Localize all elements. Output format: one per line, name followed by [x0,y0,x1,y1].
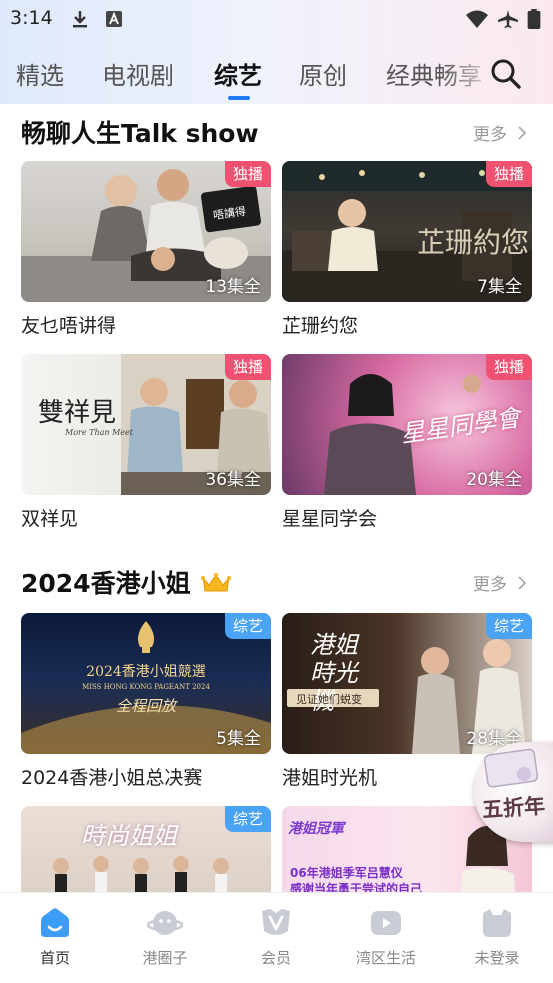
top-header: 3:14 精选 电视剧 综艺 原创 经典畅享 [0,0,553,104]
show-thumbnail: 唔講得 独播 13集全 [21,161,271,302]
nav-hk-circle[interactable]: 港圈子 [110,893,220,983]
nav-vip[interactable]: 会员 [221,893,331,983]
thumbnail-logo-subtext: 见证她们蜕变 [296,693,362,706]
tab-selected-picks[interactable]: 精选 [16,56,64,91]
episode-count: 5集全 [216,729,261,749]
show-thumbnail: 星星同學會 独播 20集全 [282,354,532,495]
show-title: 双祥见 [21,508,79,530]
thumbnail-caption-2: 感谢当年勇于尝试的自己 [290,882,423,892]
nav-profile[interactable]: 未登录 [442,893,552,983]
show-title: 友乜唔讲得 [21,315,117,337]
exclusive-badge: 独播 [485,161,532,187]
show-card[interactable]: 2024香港小姐競選 MISS HONG KONG PAGEANT 2024 全… [21,613,271,789]
variety-badge: 综艺 [224,613,271,639]
nav-bay-area-life[interactable]: 湾区生活 [331,893,441,983]
section-title-miss-hk: 2024香港小姐 [21,564,232,600]
bottom-navigation: 首页 港圈子 会员 湾区生活 未登录 [0,892,553,983]
chevron-right-icon [518,576,527,590]
show-card[interactable]: 雙祥見 More Than Meet 独播 36集全 双祥见 [21,354,271,530]
home-icon [41,908,69,937]
tab-original[interactable]: 原创 [299,56,347,91]
show-thumbnail: 時尚姐姐 综艺 [21,806,271,892]
planet-icon [147,911,183,935]
user-icon [483,909,511,937]
nav-label: 港圈子 [142,949,188,967]
status-time: 3:14 [10,7,53,29]
video-icon [371,911,401,935]
wifi-icon [466,10,488,28]
thumbnail-logo-text: 雙祥見 [38,398,117,428]
active-tab-indicator [228,96,250,100]
nav-label: 未登录 [474,949,520,967]
crown-icon [201,573,232,592]
thumbnail-logo-text: 芷珊約您 [417,226,530,259]
more-label: 更多 [473,125,507,145]
nav-label: 会员 [260,949,291,967]
thumbnail-logo-subtext: More Than Meet [65,428,133,437]
thumbnail-logo-text: 港姐冠軍 [288,821,344,837]
chevron-right-icon [518,126,527,140]
show-thumbnail: 雙祥見 More Than Meet 独播 36集全 [21,354,271,495]
vip-icon [262,909,290,935]
exclusive-badge: 独播 [224,161,271,187]
search-icon[interactable] [488,56,524,92]
nav-label: 首页 [39,949,70,967]
variety-badge: 综艺 [485,613,532,639]
battery-icon [527,9,541,29]
show-title: 星星同学会 [282,508,378,530]
episode-count: 36集全 [205,470,261,490]
show-thumbnail: 芷珊約您 独播 7集全 [282,161,532,302]
download-icon [73,11,87,28]
show-card[interactable]: 港姐時光機 见证她们蜕变 综艺 28集全 港姐时光机 [282,613,532,789]
thumbnail-caption-1: 06年港姐季军吕慧仪 [290,866,403,880]
tab-tv-series[interactable]: 电视剧 [102,56,174,91]
show-card[interactable]: 唔講得 独播 13集全 友乜唔讲得 [21,161,271,337]
keyboard-a-icon [106,11,122,27]
tab-variety[interactable]: 综艺 [214,56,262,91]
content-feed: 畅聊人生Talk show 更多 唔講得 独播 13集全 友乜唔讲得 芷珊約您 … [0,104,553,892]
promo-label: 五折年 [481,793,546,823]
show-thumbnail: 2024香港小姐競選 MISS HONG KONG PAGEANT 2024 全… [21,613,271,754]
nav-label: 湾区生活 [355,949,416,967]
thumbnail-logo-text: 2024香港小姐競選 [86,664,206,680]
more-link-talk-show[interactable]: 更多 [473,120,528,145]
promo-card-art [483,748,539,788]
thumbnail-logo-subtext: MISS HONG KONG PAGEANT 2024 [82,683,210,691]
show-thumbnail: 港姐時光機 见证她们蜕变 综艺 28集全 [282,613,532,754]
show-title: 2024香港小姐总决赛 [21,767,203,789]
nav-home[interactable]: 首页 [0,893,110,983]
show-card[interactable]: 時尚姐姐 综艺 [21,806,271,892]
episode-count: 7集全 [477,277,522,297]
section-title-talk-show: 畅聊人生Talk show [21,119,259,148]
thumbnail-replay-text: 全程回放 [115,697,176,715]
status-bar: 3:14 [0,0,553,38]
exclusive-badge: 独播 [485,354,532,380]
section-title-text: 2024香港小姐 [21,569,191,598]
show-title: 港姐时光机 [282,767,378,789]
episode-count: 13集全 [205,277,261,297]
more-label: 更多 [473,575,507,595]
exclusive-badge: 独播 [224,354,271,380]
show-card[interactable]: 星星同學會 独播 20集全 星星同学会 [282,354,532,530]
more-link-miss-hk[interactable]: 更多 [473,570,528,595]
show-title: 芷珊约您 [282,315,359,337]
thumbnail-logo-text: 時尚姐姐 [81,822,177,850]
episode-count: 20集全 [466,470,522,490]
airplane-icon [498,10,518,28]
variety-badge: 综艺 [224,806,271,832]
show-card[interactable]: 芷珊約您 独播 7集全 芷珊约您 [282,161,532,337]
